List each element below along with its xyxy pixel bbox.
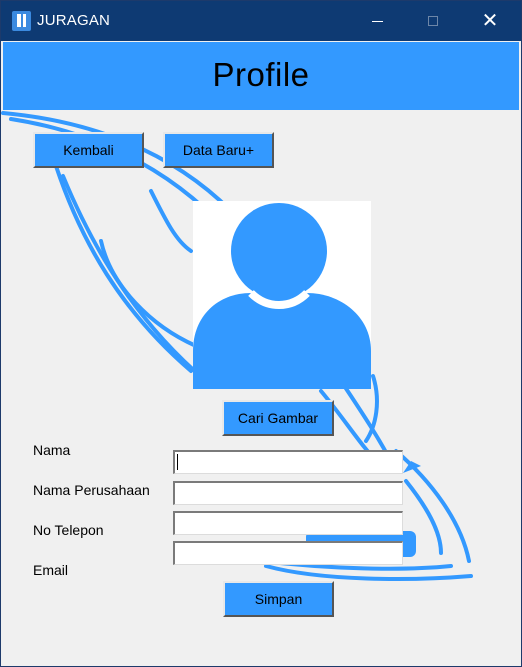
maximize-button[interactable] [410, 1, 456, 41]
telepon-label: No Telepon [33, 522, 104, 538]
header-banner: Profile [3, 42, 519, 110]
maximize-icon [428, 16, 438, 26]
telepon-field[interactable] [173, 511, 403, 535]
minimize-button[interactable] [354, 1, 400, 41]
browse-image-button[interactable]: Cari Gambar [222, 400, 334, 436]
close-button[interactable]: ✕ [467, 1, 513, 41]
title-bar[interactable]: JURAGAN ✕ [1, 1, 521, 41]
save-button[interactable]: Simpan [223, 581, 334, 617]
nama-label: Nama [33, 442, 71, 458]
perusahaan-field[interactable] [173, 481, 403, 505]
client-area: Profile Kembali Data Baru+ Cari Gambar N… [1, 41, 521, 666]
page-title: Profile [212, 56, 310, 93]
window-title: JURAGAN [37, 12, 111, 29]
email-field[interactable] [173, 541, 403, 565]
back-button[interactable]: Kembali [33, 132, 144, 168]
text-caret [177, 454, 178, 470]
profile-picture [193, 201, 371, 389]
nama-field[interactable] [173, 450, 403, 474]
user-avatar-icon [193, 203, 371, 389]
perusahaan-label: Nama Perusahaan [33, 482, 150, 498]
app-logo-icon [12, 11, 31, 31]
email-label: Email [33, 562, 69, 578]
minimize-icon [371, 20, 383, 22]
app-window: JURAGAN ✕ Profile Kembali Data Baru+ Car… [0, 0, 522, 667]
new-data-button[interactable]: Data Baru+ [163, 132, 274, 168]
close-icon: ✕ [481, 10, 499, 32]
